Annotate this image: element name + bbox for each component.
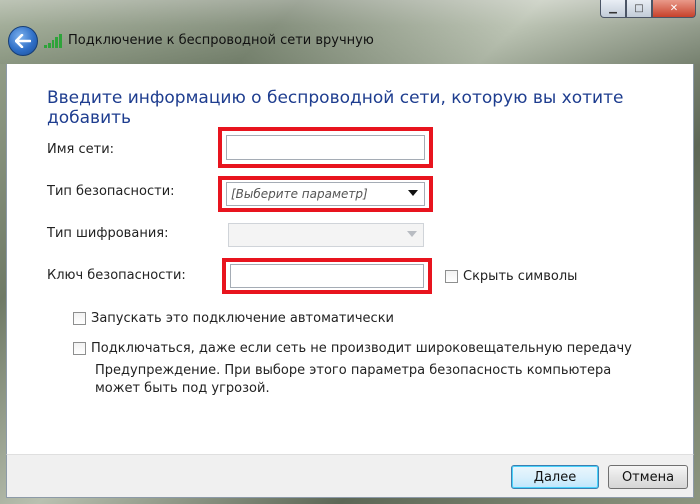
dialog-content: Введите информацию о беспроводной сети, … xyxy=(6,64,694,454)
security-type-select[interactable]: [Выберите параметр] xyxy=(226,182,425,206)
network-name-label: Имя сети: xyxy=(47,142,115,157)
auto-connect-label[interactable]: Запускать это подключение автоматически xyxy=(91,311,394,326)
security-type-value: [Выберите параметр] xyxy=(231,187,368,201)
maximize-icon[interactable]: □ xyxy=(626,0,652,18)
chevron-down-icon xyxy=(407,231,417,237)
minimize-icon[interactable]: ▁ xyxy=(600,0,626,18)
next-button[interactable]: Далее xyxy=(511,465,599,489)
encryption-type-select xyxy=(228,223,424,247)
warning-text: Предупреждение. При выборе этого парамет… xyxy=(95,363,612,396)
back-arrow-icon xyxy=(15,34,31,48)
cancel-button[interactable]: Отмена xyxy=(608,465,688,489)
connect-hidden-label[interactable]: Подключаться, даже если сеть не производ… xyxy=(91,341,632,356)
window-titlebar: ▁ □ ✕ Подключение к беспроводной сети вр… xyxy=(0,0,700,64)
connect-hidden-checkbox[interactable] xyxy=(73,342,86,355)
security-type-label: Тип безопасности: xyxy=(47,184,175,199)
close-icon[interactable]: ✕ xyxy=(652,0,696,18)
caption-buttons: ▁ □ ✕ xyxy=(600,0,696,18)
back-button[interactable] xyxy=(8,26,38,56)
network-name-input[interactable] xyxy=(226,135,425,160)
dialog-footer: Далее Отмена xyxy=(6,454,694,498)
page-title: Введите информацию о беспроводной сети, … xyxy=(47,88,624,128)
auto-connect-checkbox[interactable] xyxy=(73,312,86,325)
security-key-input[interactable] xyxy=(230,264,424,288)
window-title: Подключение к беспроводной сети вручную xyxy=(68,33,374,48)
encryption-type-label: Тип шифрования: xyxy=(47,226,169,241)
wireless-signal-icon xyxy=(44,34,62,48)
security-key-label: Ключ безопасности: xyxy=(47,268,186,283)
chevron-down-icon xyxy=(408,190,418,196)
hide-chars-checkbox[interactable] xyxy=(445,270,458,283)
hide-chars-label[interactable]: Скрыть символы xyxy=(463,269,577,284)
